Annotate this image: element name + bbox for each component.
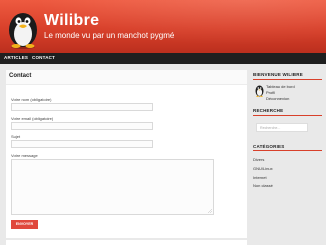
page-title-bar <box>6 70 247 85</box>
category-link[interactable]: Internet <box>253 175 267 180</box>
search-placeholder: Recherche... <box>260 126 281 130</box>
category-link[interactable]: Divers <box>253 157 264 162</box>
send-button[interactable]: Envoyer <box>11 220 38 229</box>
sidebar-categories-title: Catégories <box>253 144 285 149</box>
sidebar-divider <box>253 115 322 116</box>
nav-item-articles[interactable]: Articles <box>4 55 28 60</box>
email-field[interactable] <box>11 122 153 130</box>
meta-link-logout[interactable]: Déconnexion <box>266 96 289 101</box>
sidebar-search-title: Recherche <box>253 108 284 113</box>
sidebar-divider <box>253 150 322 151</box>
penguin-logo-icon[interactable] <box>4 5 42 49</box>
message-textarea[interactable] <box>11 159 214 215</box>
nav-item-contact[interactable]: Contact <box>32 55 55 60</box>
subject-field[interactable] <box>11 140 153 148</box>
site-description: Le monde vu par un manchot pygmé <box>44 31 175 40</box>
meta-link-profile[interactable]: Profil <box>266 90 275 95</box>
page-title: Contact <box>9 73 32 79</box>
email-label: Votre email (obligatoire) <box>11 116 54 121</box>
subject-label: Sujet <box>11 134 21 139</box>
name-label: Votre nom (obligatoire) <box>11 97 52 102</box>
sidebar-welcome-title: Bienvenue Wilibre <box>253 72 303 77</box>
resize-grip-icon[interactable] <box>208 209 212 213</box>
category-link[interactable]: Non classé <box>253 183 273 188</box>
message-label: Votre message <box>11 153 38 158</box>
name-field[interactable] <box>11 103 153 111</box>
sidebar-divider <box>253 79 322 80</box>
category-link[interactable]: GNU/Linux <box>253 166 273 171</box>
penguin-avatar-icon <box>255 85 264 97</box>
main-nav: Articles Contact <box>0 53 326 64</box>
site-title[interactable]: Wilibre <box>44 12 99 30</box>
search-input[interactable]: Recherche... <box>256 123 308 132</box>
meta-link-dashboard[interactable]: Tableau de bord <box>266 84 295 89</box>
secondary-card <box>6 240 247 245</box>
